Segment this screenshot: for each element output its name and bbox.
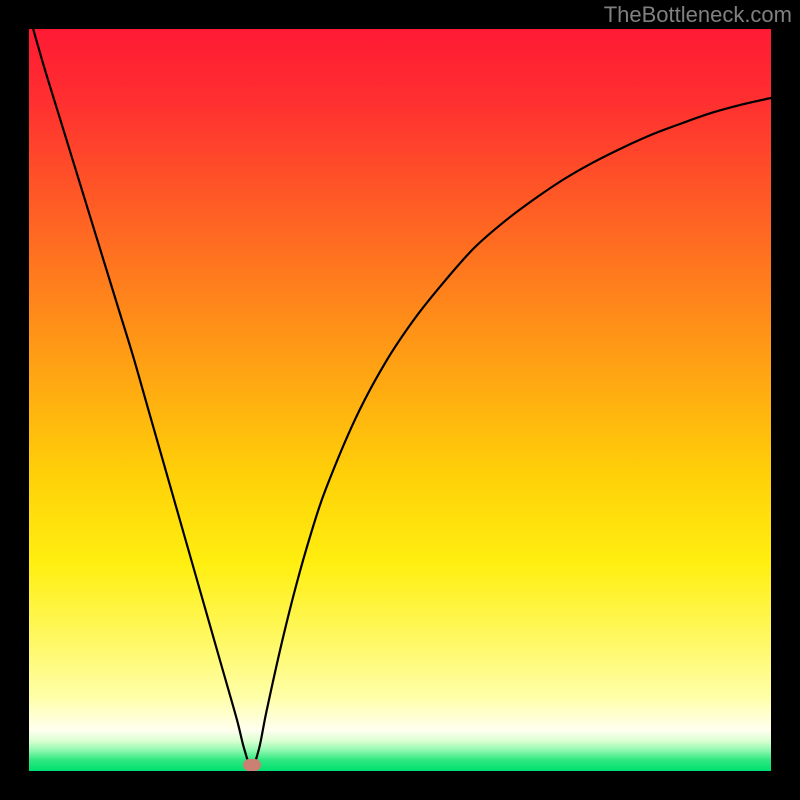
- bottleneck-curve: [29, 29, 771, 771]
- chart-frame: [29, 29, 771, 771]
- optimum-marker: [243, 759, 261, 771]
- watermark-label: TheBottleneck.com: [604, 2, 792, 28]
